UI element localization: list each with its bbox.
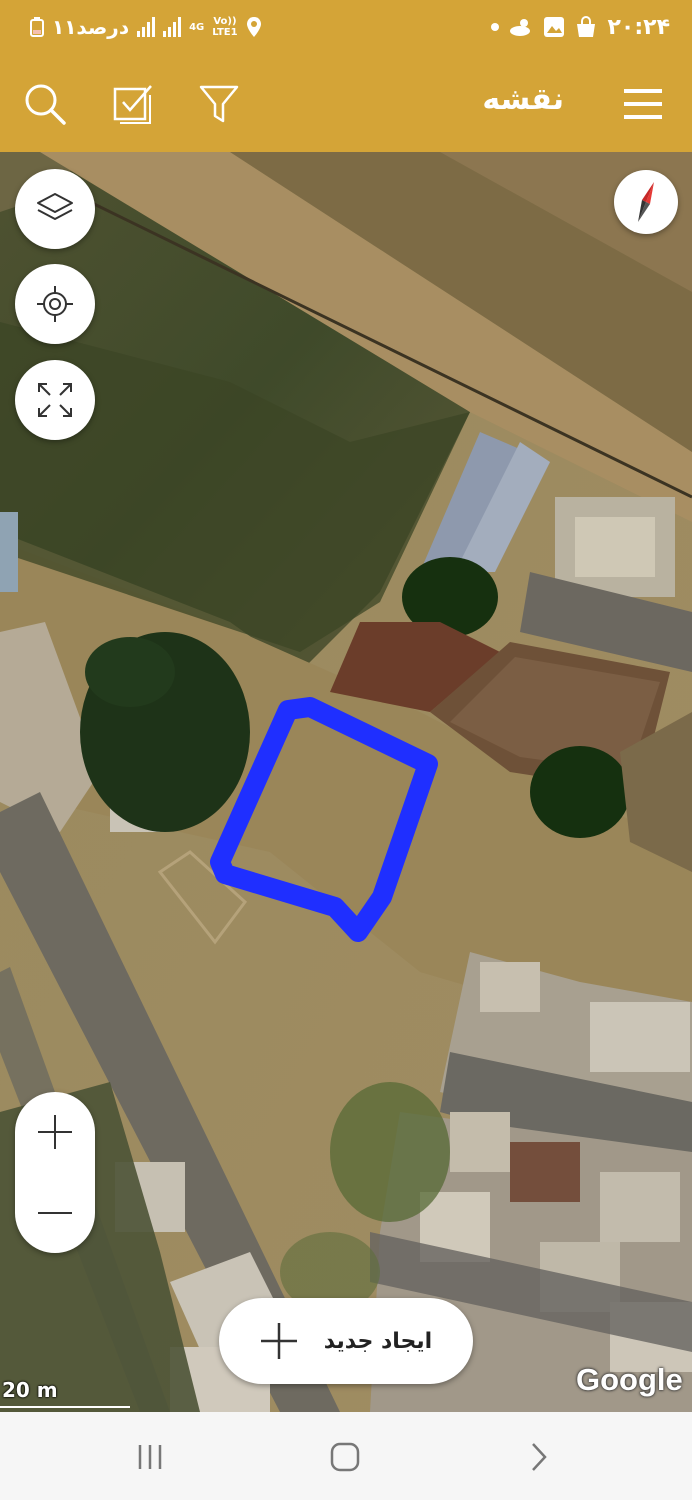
battery-text: ۱۱درصد	[52, 15, 130, 39]
network-4g: 4G	[189, 21, 205, 33]
plus-icon	[260, 1323, 297, 1359]
navigation-bar	[0, 1412, 692, 1500]
scale-label: 20 m	[2, 1378, 58, 1402]
volte-bottom: LTE1	[212, 27, 238, 38]
compass-icon	[638, 182, 654, 222]
checklist-icon[interactable]	[108, 79, 158, 129]
signal-icon-2	[163, 17, 182, 37]
volte-top: Vo))	[213, 16, 237, 27]
fullscreen-button[interactable]	[15, 360, 95, 440]
layers-button[interactable]	[15, 169, 95, 249]
google-logo: Google	[576, 1362, 683, 1397]
map-view[interactable]: ایجاد جدید Google 20 m	[0, 152, 692, 1412]
satellite-imagery	[0, 152, 692, 1412]
recent-apps-icon	[138, 1445, 162, 1469]
app-bar: نقشه	[0, 55, 692, 152]
back-button[interactable]	[508, 1432, 568, 1482]
recent-apps-button[interactable]	[120, 1432, 180, 1482]
scale-bar: 20 m	[0, 1378, 132, 1408]
weather-icon	[510, 19, 531, 36]
zoom-in-button[interactable]	[15, 1092, 95, 1172]
gallery-icon	[544, 17, 565, 37]
my-location-icon	[37, 286, 73, 322]
menu-icon[interactable]	[618, 79, 668, 129]
filter-icon[interactable]	[194, 79, 244, 129]
shopping-bag-icon	[577, 16, 596, 37]
home-button[interactable]	[315, 1432, 375, 1482]
scale-line	[0, 1406, 130, 1408]
status-bar: ۱۱درصد 4G Vo)) LTE1 ۲۰:۲۴	[0, 0, 692, 55]
plus-icon	[38, 1115, 72, 1149]
signal-icon	[137, 17, 156, 37]
zoom-controls	[15, 1092, 95, 1253]
zoom-out-button[interactable]	[15, 1173, 95, 1253]
status-time: ۲۰:۲۴	[607, 14, 670, 40]
create-new-label: ایجاد جدید	[323, 1328, 433, 1354]
fullscreen-icon	[38, 383, 72, 417]
status-left-group: ۱۱درصد 4G Vo)) LTE1	[30, 12, 262, 42]
notification-dot	[491, 23, 500, 31]
battery-icon	[30, 17, 44, 37]
status-right-group: ۲۰:۲۴	[491, 12, 670, 42]
page-title: نقشه	[482, 82, 564, 117]
search-icon[interactable]	[20, 79, 70, 129]
minus-icon	[38, 1212, 72, 1214]
home-icon	[330, 1442, 360, 1472]
network-volte: Vo)) LTE1	[212, 16, 237, 38]
compass-button[interactable]	[614, 170, 678, 234]
back-icon	[532, 1443, 547, 1471]
location-icon	[246, 17, 261, 37]
create-new-button[interactable]: ایجاد جدید	[219, 1298, 473, 1384]
layers-icon	[37, 193, 73, 220]
my-location-button[interactable]	[15, 264, 95, 344]
